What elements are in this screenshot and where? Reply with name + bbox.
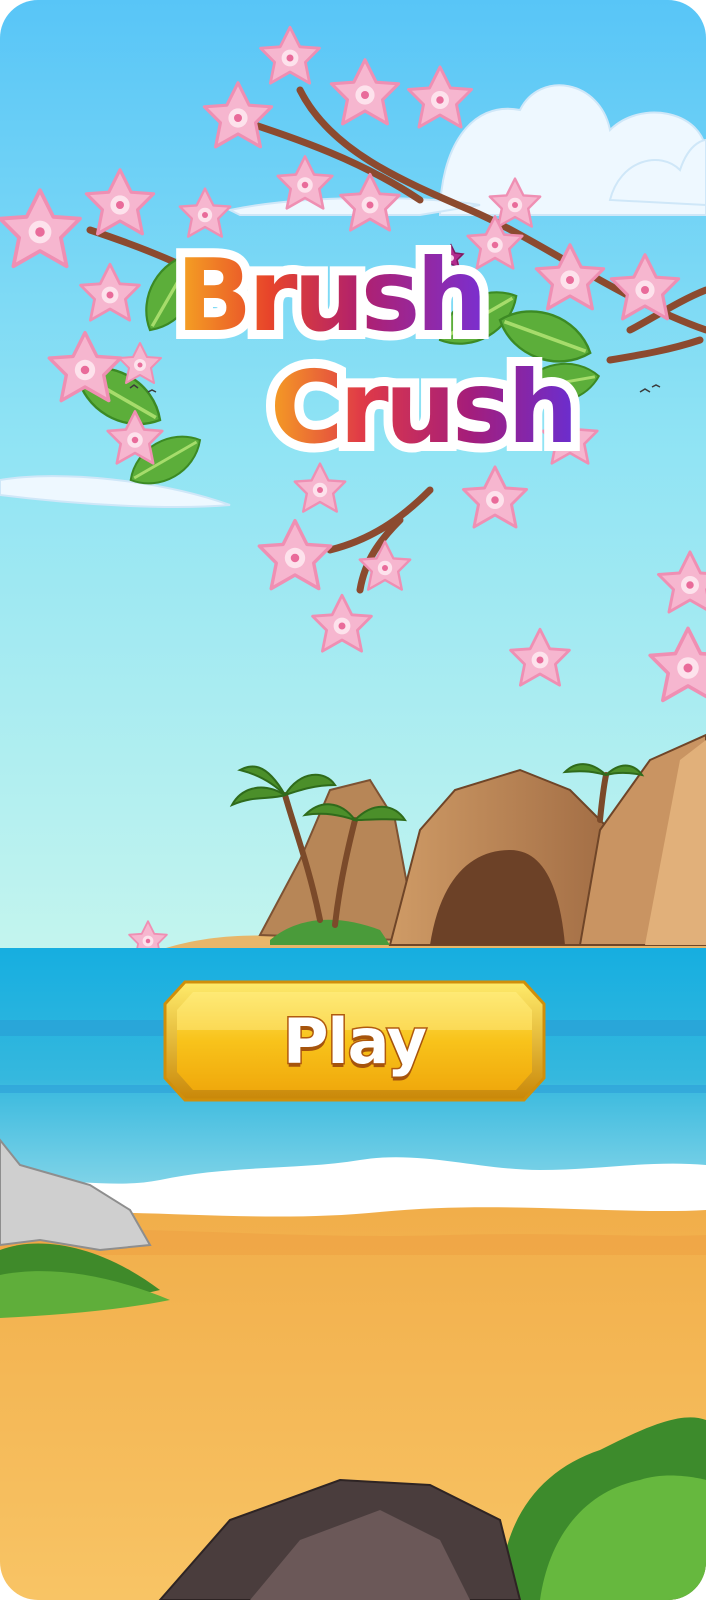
logo-line-2: Crush (270, 349, 579, 466)
play-button[interactable]: Play (163, 980, 546, 1102)
play-button-label: Play (281, 1003, 428, 1079)
game-title-screen: Brush Crush Play (0, 0, 706, 1600)
logo-line-1: Brush (176, 237, 487, 354)
game-logo: Brush Crush (150, 237, 579, 500)
